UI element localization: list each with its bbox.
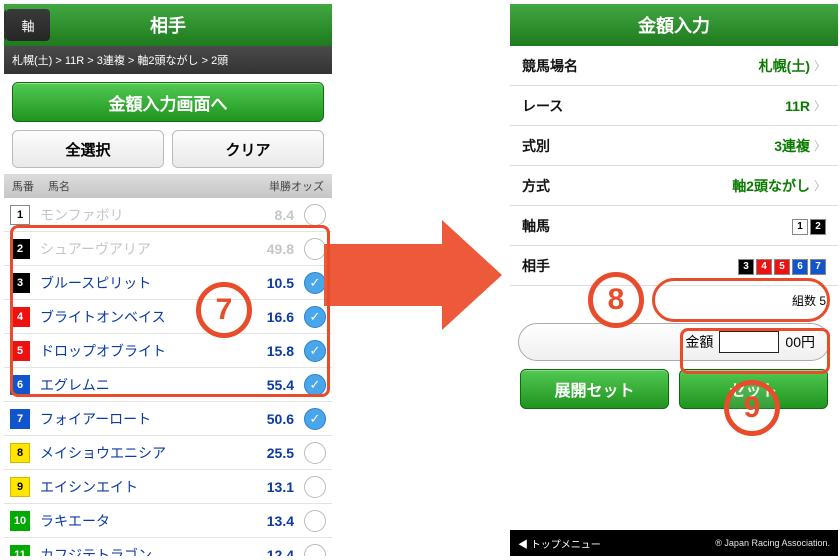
horse-number: 11 <box>10 545 30 557</box>
horse-number: 8 <box>10 443 30 463</box>
number-chip: 4 <box>756 259 772 275</box>
summary-row[interactable]: 式別3連複〉 <box>510 126 838 166</box>
horse-odds: 8.4 <box>246 207 300 223</box>
horse-name: エイシンエイト <box>40 477 246 497</box>
axis-label: 軸馬 <box>522 216 550 236</box>
expand-set-button[interactable]: 展開セット <box>520 369 669 409</box>
callout-box-7 <box>10 225 330 397</box>
select-toggle[interactable] <box>304 476 326 498</box>
left-header: 軸 相手 <box>4 4 332 46</box>
horse-number: 7 <box>10 409 30 429</box>
horse-name: フォイアーロート <box>40 409 246 429</box>
summary-key: 方式 <box>522 176 550 196</box>
clear-button[interactable]: クリア <box>172 130 324 168</box>
right-header: 金額入力 <box>510 4 838 46</box>
horse-name: メイショウエニシア <box>40 443 246 463</box>
number-chip: 7 <box>810 259 826 275</box>
number-chip: 6 <box>792 259 808 275</box>
horse-odds: 25.5 <box>246 445 300 461</box>
callout-badge-7: 7 <box>196 282 252 338</box>
summary-row[interactable]: 方式軸2頭ながし〉 <box>510 166 838 206</box>
summary-value: 札幌(土) <box>578 56 810 76</box>
horse-name: カフジテトラゴン <box>40 545 246 557</box>
th-odds: 単勝オッズ <box>260 178 324 194</box>
summary-value: 11R <box>563 98 810 114</box>
callout-badge-9: 9 <box>724 380 780 436</box>
summary-row[interactable]: レース11R〉 <box>510 86 838 126</box>
th-name: 馬名 <box>48 178 260 194</box>
summary-key: レース <box>522 96 563 116</box>
horse-odds: 12.4 <box>246 547 300 557</box>
chevron-right-icon: 〉 <box>814 57 826 74</box>
horse-row[interactable]: 9 エイシンエイト13.1 <box>4 470 332 504</box>
horse-name: モンファボリ <box>40 205 246 225</box>
footer-top-menu[interactable]: ◀ トップメニュー <box>518 536 715 551</box>
callout-box-8 <box>652 278 830 322</box>
th-num: 馬番 <box>12 178 48 194</box>
horse-odds: 50.6 <box>246 411 300 427</box>
arrow-icon <box>324 220 514 330</box>
footer: ◀ トップメニュー ® Japan Racing Association. <box>510 530 838 556</box>
select-toggle[interactable] <box>304 510 326 532</box>
horse-number: 1 <box>10 205 30 225</box>
select-toggle[interactable] <box>304 204 326 226</box>
number-chip: 5 <box>774 259 790 275</box>
number-chip: 1 <box>792 219 808 235</box>
select-toggle[interactable] <box>304 544 326 557</box>
horse-number: 9 <box>10 477 30 497</box>
horse-row[interactable]: 7 フォイアーロート50.6✓ <box>4 402 332 436</box>
select-toggle[interactable] <box>304 442 326 464</box>
horse-row[interactable]: 11 カフジテトラゴン12.4 <box>4 538 332 556</box>
select-toggle[interactable]: ✓ <box>304 408 326 430</box>
opponent-label: 相手 <box>522 256 550 276</box>
summary-row[interactable]: 競馬場名札幌(土)〉 <box>510 46 838 86</box>
horse-row[interactable]: 10 ラキエータ13.4 <box>4 504 332 538</box>
select-all-button[interactable]: 全選択 <box>12 130 164 168</box>
footer-copyright: ® Japan Racing Association. <box>715 538 830 548</box>
table-header: 馬番 馬名 単勝オッズ <box>4 174 332 198</box>
callout-badge-8: 8 <box>588 272 644 328</box>
summary-value: 軸2頭ながし <box>550 176 810 196</box>
left-title: 相手 <box>4 12 332 38</box>
callout-box-9 <box>680 328 830 374</box>
horse-name: ラキエータ <box>40 511 246 531</box>
number-chip: 2 <box>810 219 826 235</box>
summary-key: 競馬場名 <box>522 56 578 76</box>
to-amount-button[interactable]: 金額入力画面へ <box>12 82 324 122</box>
horse-odds: 13.1 <box>246 479 300 495</box>
back-button[interactable]: 軸 <box>6 9 50 41</box>
horse-odds: 13.4 <box>246 513 300 529</box>
summary-key: 式別 <box>522 136 550 156</box>
horse-row[interactable]: 8 メイショウエニシア25.5 <box>4 436 332 470</box>
right-title: 金額入力 <box>510 12 838 38</box>
chevron-right-icon: 〉 <box>814 177 826 194</box>
number-chip: 3 <box>738 259 754 275</box>
summary-value: 3連複 <box>550 136 810 156</box>
breadcrumb: 札幌(土) > 11R > 3連複 > 軸2頭ながし > 2頭 <box>4 46 332 74</box>
horse-number: 10 <box>10 511 30 531</box>
chevron-right-icon: 〉 <box>814 97 826 114</box>
chevron-right-icon: 〉 <box>814 137 826 154</box>
axis-row: 軸馬 12 <box>510 206 838 246</box>
